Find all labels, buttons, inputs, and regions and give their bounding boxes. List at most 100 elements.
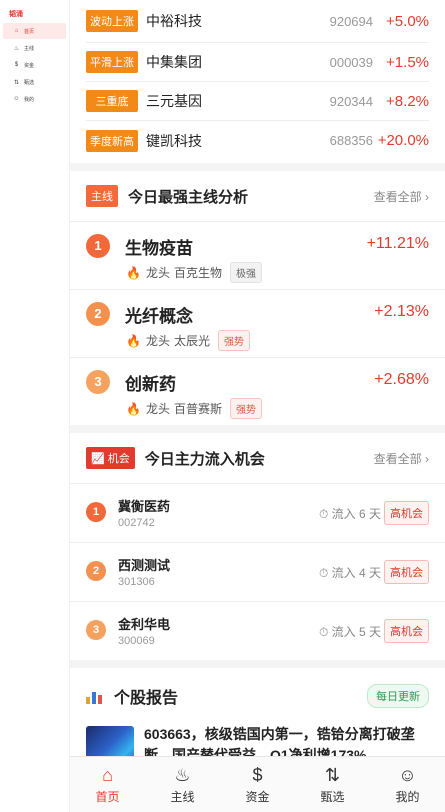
home-icon: ⌂ <box>102 765 113 785</box>
bottom-nav: ⌂ 首页 ♨ 主线 $ 资金 ⇅ 甄选 ☺ 我的 <box>70 756 445 812</box>
sidebar-item-home[interactable]: ⌂ 首页 <box>3 23 66 39</box>
nav-label: 甄选 <box>320 790 345 804</box>
stock-code: 920344 <box>329 93 373 109</box>
rank-badge: 1 <box>86 234 110 258</box>
opportunity-item[interactable]: 3 金利华电 300069 ⏱ 流入 5 天 高机会 <box>70 601 445 660</box>
leader-stock: 太辰光 <box>173 334 210 348</box>
leader-label: 龙头 <box>145 402 170 416</box>
home-icon: ⌂ <box>14 28 19 34</box>
stock-name: 三元基因 <box>146 93 202 109</box>
section-title: 今日最强主线分析 <box>128 188 249 206</box>
section-header: 📈 机会 今日主力流入机会 查看全部 › <box>70 433 445 483</box>
opportunity-badge: 高机会 <box>384 560 429 584</box>
stock-name: 冀衡医药 <box>118 499 171 514</box>
change-percent: +2.68% <box>374 371 429 388</box>
view-all-link[interactable]: 查看全部 › <box>374 188 429 205</box>
fire-icon: 🔥 <box>126 401 141 416</box>
nav-label: 资金 <box>245 790 270 804</box>
divider <box>70 660 445 668</box>
signal-tag: 平滑上涨 <box>86 51 138 73</box>
theme-leader: 🔥 龙头 百克生物 极强 <box>126 262 262 283</box>
strength-pill: 强势 <box>217 330 250 351</box>
strength-pill: 极强 <box>229 262 262 283</box>
theme-name: 生物疫苗 <box>125 239 193 258</box>
stock-name: 中裕科技 <box>146 13 202 29</box>
stock-name: 中集集团 <box>146 54 202 70</box>
nav-label: 主线 <box>170 790 195 804</box>
fire-icon: 🔥 <box>126 265 141 280</box>
theme-item[interactable]: 1 生物疫苗 +11.21% 🔥 龙头 百克生物 极强 <box>70 221 445 289</box>
stock-code: 688356 <box>329 133 373 148</box>
signal-list: 波动上涨 中裕科技 920694 +5.0% 平滑上涨 中集集团 000039 … <box>70 0 445 163</box>
signal-row[interactable]: 季度新高 键凯科技 688356 +20.0% <box>86 121 429 160</box>
stock-code: 002742 <box>118 517 155 529</box>
report-thumbnail <box>86 726 134 756</box>
leader-stock: 百普赛斯 <box>173 402 222 416</box>
sidebar-item-label: 甄选 <box>24 79 35 86</box>
nav-label: 首页 <box>95 790 120 804</box>
stock-code: 301306 <box>118 576 155 588</box>
section-header: 主线 今日最强主线分析 查看全部 › <box>70 171 445 221</box>
inflow-days: ⏱ 流入 5 天 <box>318 625 381 639</box>
leader-stock: 百克生物 <box>173 266 222 280</box>
opportunity-item[interactable]: 2 西测测试 301306 ⏱ 流入 4 天 高机会 <box>70 542 445 601</box>
stock-name: 西测测试 <box>118 558 171 573</box>
flame-icon: ♨ <box>13 45 20 52</box>
divider <box>70 425 445 433</box>
report-item[interactable]: 603663，核级锆国内第一，锆铪分离打破垄断，国产替代受益，Q1净利增173% <box>70 724 445 756</box>
rank-badge: 3 <box>86 370 110 394</box>
user-icon: ☺ <box>13 96 20 102</box>
stock-name: 金利华电 <box>118 617 171 632</box>
report-headline: 603663，核级锆国内第一，锆铪分离打破垄断，国产替代受益，Q1净利增173% <box>144 726 415 756</box>
filter-icon: ⇅ <box>13 79 20 86</box>
signal-tag: 波动上涨 <box>86 10 138 32</box>
theme-item[interactable]: 2 光纤概念 +2.13% 🔥 龙头 太辰光 强势 <box>70 289 445 357</box>
opportunities-section: 📈 机会 今日主力流入机会 查看全部 › 1 冀衡医药 002742 ⏱ 流入 … <box>70 433 445 660</box>
nav-funds[interactable]: $ 资金 <box>220 757 295 812</box>
theme-item[interactable]: 3 创新药 +2.68% 🔥 龙头 百普赛斯 强势 <box>70 357 445 425</box>
section-badge: 📈 机会 <box>86 447 135 469</box>
opportunity-item[interactable]: 1 冀衡医药 002742 ⏱ 流入 6 天 高机会 <box>70 483 445 542</box>
stock-code: 300069 <box>118 635 155 647</box>
sidebar-item-label: 主线 <box>24 45 35 52</box>
change-percent: +11.21% <box>366 235 429 252</box>
leader-label: 龙头 <box>145 334 170 348</box>
section-badge: 主线 <box>86 185 118 207</box>
sidebar-item-profile[interactable]: ☺ 我的 <box>3 91 66 107</box>
sidebar-item-funds[interactable]: $ 资金 <box>3 57 66 73</box>
stock-code: 920694 <box>329 13 373 29</box>
signal-row[interactable]: 波动上涨 中裕科技 920694 +5.0% <box>86 0 429 43</box>
report-section: 个股报告 每日更新 603663，核级锆国内第一，锆铪分离打破垄断，国产替代受益… <box>70 668 445 756</box>
signal-tag: 三重底 <box>86 90 138 112</box>
sidebar-item-select[interactable]: ⇅ 甄选 <box>3 74 66 90</box>
opportunity-badge: 高机会 <box>384 619 429 643</box>
nav-home[interactable]: ⌂ 首页 <box>70 757 145 812</box>
daily-update-badge: 每日更新 <box>367 684 429 708</box>
sidebar: 韬涌 ⌂ 首页 ♨ 主线 $ 资金 ⇅ 甄选 ☺ 我的 <box>0 0 70 812</box>
signal-row[interactable]: 三重底 三元基因 920344 +8.2% <box>86 82 429 121</box>
change-percent: +2.13% <box>374 303 429 320</box>
signal-tag: 季度新高 <box>86 129 138 152</box>
filter-icon: ⇅ <box>324 765 341 785</box>
user-icon: ☺ <box>398 765 417 785</box>
sidebar-item-mainline[interactable]: ♨ 主线 <box>3 40 66 56</box>
main-content[interactable]: 波动上涨 中裕科技 920694 +5.0% 平滑上涨 中集集团 000039 … <box>70 0 445 756</box>
theme-leader: 🔥 龙头 百普赛斯 强势 <box>126 398 262 419</box>
signal-row[interactable]: 平滑上涨 中集集团 000039 +1.5% <box>86 43 429 82</box>
strength-pill: 强势 <box>229 398 262 419</box>
section-header: 个股报告 每日更新 <box>70 668 445 724</box>
flame-icon: ♨ <box>174 765 191 785</box>
sidebar-item-label: 首页 <box>24 28 35 35</box>
sidebar-item-label: 资金 <box>24 62 35 69</box>
rank-badge: 3 <box>86 620 106 640</box>
section-title: 今日主力流入机会 <box>144 450 265 468</box>
change-percent: +5.0% <box>386 12 429 30</box>
nav-select[interactable]: ⇅ 甄选 <box>295 757 370 812</box>
view-all-link[interactable]: 查看全部 › <box>374 450 429 467</box>
nav-profile[interactable]: ☺ 我的 <box>370 757 445 812</box>
change-percent: +1.5% <box>386 53 429 71</box>
nav-mainline[interactable]: ♨ 主线 <box>145 757 220 812</box>
nav-label: 我的 <box>395 790 420 804</box>
inflow-days: ⏱ 流入 4 天 <box>318 566 381 580</box>
dollar-icon: $ <box>14 62 19 68</box>
